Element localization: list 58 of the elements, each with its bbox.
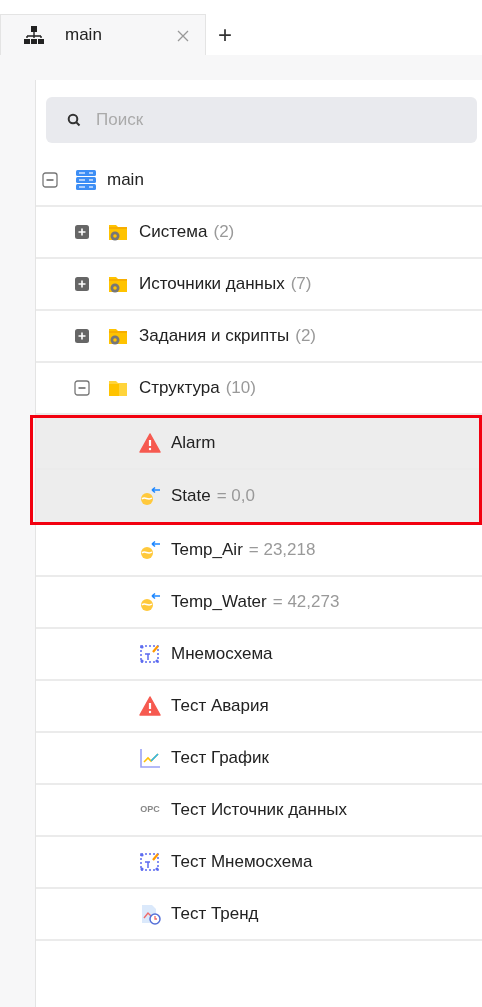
- item-value: = 0,0: [216, 485, 255, 508]
- item-value: = 23,218: [248, 539, 316, 562]
- item-count: (2): [213, 221, 235, 244]
- item-label: main: [107, 169, 144, 192]
- tree-item[interactable]: Temp_Air = 23,218: [36, 525, 482, 577]
- diagram-icon: [139, 851, 161, 873]
- item-label: Тест График: [171, 747, 269, 770]
- tree-item[interactable]: State = 0,0: [36, 470, 479, 522]
- tree-item[interactable]: Тест Мнемосхема: [36, 837, 482, 889]
- warning-icon: [139, 432, 161, 454]
- item-label: Тест Тренд: [171, 903, 259, 926]
- new-tab-button[interactable]: +: [205, 14, 244, 55]
- tree-item[interactable]: Мнемосхема: [36, 629, 482, 681]
- tree-item[interactable]: Alarm: [36, 418, 479, 470]
- item-label: Тест Авария: [171, 695, 269, 718]
- expand-toggle[interactable]: [74, 224, 90, 240]
- tab[interactable]: main: [0, 14, 205, 55]
- item-label: Alarm: [171, 432, 216, 455]
- server-icon: [75, 169, 97, 191]
- expand-toggle[interactable]: [74, 276, 90, 292]
- item-label: Тест Мнемосхема: [171, 851, 313, 874]
- search-field[interactable]: Поиск: [46, 97, 477, 143]
- document-clock-icon: [139, 903, 161, 925]
- expand-toggle[interactable]: [74, 328, 90, 344]
- opc-icon: OPC: [139, 803, 161, 817]
- item-label: State: [171, 485, 211, 508]
- tree-item[interactable]: Задания и скрипты (2): [36, 311, 482, 363]
- item-label: Система: [139, 221, 208, 244]
- item-count: (7): [290, 273, 312, 296]
- tree-item[interactable]: Структура (10): [36, 363, 482, 415]
- item-label: Задания и скрипты: [139, 325, 290, 348]
- collapse-toggle[interactable]: [42, 172, 58, 188]
- item-count: (2): [295, 325, 316, 348]
- item-label: Структура: [139, 377, 220, 400]
- search-icon: [66, 112, 82, 128]
- item-label: Temp_Water: [171, 591, 267, 614]
- tree-item[interactable]: Тест График: [36, 733, 482, 785]
- tree-item[interactable]: Тест Тренд: [36, 889, 482, 941]
- item-label: Тест Источник данных: [171, 799, 348, 822]
- diagram-icon: [139, 643, 161, 665]
- item-label: Мнемосхема: [171, 643, 273, 666]
- tree-item[interactable]: Temp_Water = 42,273: [36, 577, 482, 629]
- item-count: (10): [225, 377, 256, 400]
- sitemap-icon: [23, 24, 45, 46]
- collapse-toggle[interactable]: [74, 380, 90, 396]
- tree-item[interactable]: Тест Авария: [36, 681, 482, 733]
- tree-item[interactable]: Система (2): [36, 207, 482, 259]
- line-chart-icon: [139, 747, 161, 769]
- tag-arrow-icon: [139, 539, 161, 561]
- item-label: Источники данных: [139, 273, 285, 296]
- tag-arrow-icon: [139, 591, 161, 613]
- tree-item[interactable]: OPC Тест Источник данных: [36, 785, 482, 837]
- tree-item[interactable]: main: [36, 155, 482, 207]
- tag-arrow-icon: [139, 485, 161, 507]
- item-value: = 42,273: [272, 591, 340, 614]
- item-label: Temp_Air: [171, 539, 243, 562]
- tree-item[interactable]: Источники данных (7): [36, 259, 482, 311]
- warning-icon: [139, 695, 161, 717]
